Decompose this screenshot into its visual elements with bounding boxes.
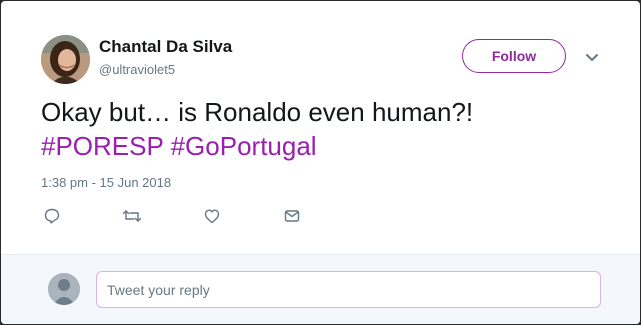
follow-button[interactable]: Follow	[462, 39, 566, 73]
retweet-icon[interactable]	[121, 205, 143, 227]
tweet-hashtags: #PORESP #GoPortugal	[41, 129, 317, 163]
like-icon[interactable]	[201, 205, 223, 227]
tweet-card: Chantal Da Silva @ultraviolet5 Follow Ok…	[1, 1, 640, 324]
chevron-down-icon[interactable]	[584, 51, 600, 63]
user-avatar-image	[41, 35, 90, 84]
hashtag-link[interactable]: #PORESP	[41, 131, 163, 161]
reply-area	[1, 254, 640, 324]
tweet-timestamp[interactable]: 1:38 pm - 15 Jun 2018	[41, 175, 171, 190]
reply-avatar	[48, 273, 80, 305]
user-display-name[interactable]: Chantal Da Silva	[99, 37, 232, 57]
reply-icon[interactable]	[41, 205, 63, 227]
user-avatar[interactable]	[41, 35, 90, 84]
user-handle[interactable]: @ultraviolet5	[99, 62, 175, 77]
default-avatar-icon	[48, 273, 80, 305]
tweet-text: Okay but… is Ronaldo even human?!	[41, 97, 474, 127]
reply-input[interactable]	[96, 271, 601, 308]
message-icon[interactable]	[281, 205, 303, 227]
hashtag-link[interactable]: #GoPortugal	[171, 131, 317, 161]
